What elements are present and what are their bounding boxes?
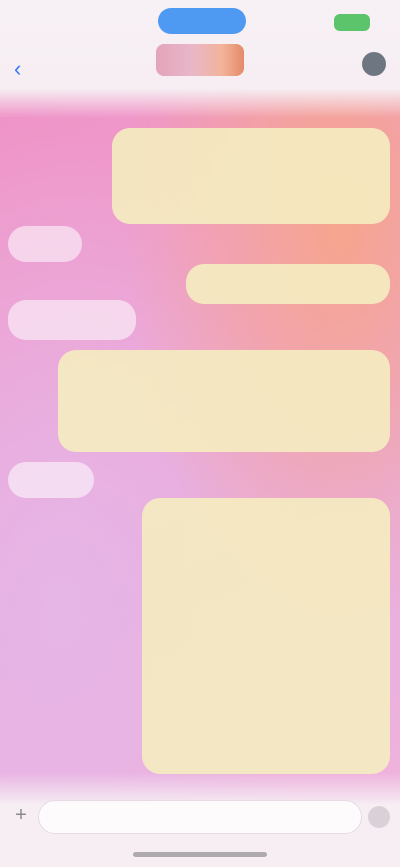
plus-icon: + xyxy=(15,804,27,826)
message-bubble[interactable] xyxy=(8,226,82,262)
battery-icon xyxy=(334,14,370,31)
back-button[interactable]: ‹ xyxy=(14,58,21,80)
message-bubble[interactable] xyxy=(112,128,390,224)
attach-button[interactable]: + xyxy=(8,803,34,829)
live-activity-pill[interactable] xyxy=(158,8,246,34)
contact-avatar[interactable] xyxy=(156,44,244,76)
message-bubble[interactable] xyxy=(8,300,136,340)
video-call-button[interactable] xyxy=(362,52,386,76)
chevron-left-icon: ‹ xyxy=(14,56,22,81)
home-indicator[interactable] xyxy=(133,852,267,857)
message-bubble[interactable] xyxy=(58,350,390,452)
message-bubble[interactable] xyxy=(142,498,390,774)
message-input[interactable] xyxy=(38,800,362,834)
microphone-button[interactable] xyxy=(368,806,390,828)
message-bubble[interactable] xyxy=(8,462,94,498)
message-bubble[interactable] xyxy=(186,264,390,304)
status-bar xyxy=(0,0,400,48)
